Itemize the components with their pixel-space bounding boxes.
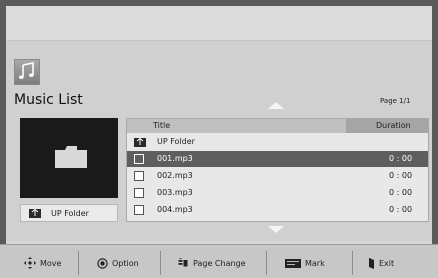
list-item-selected[interactable]: 001.mp3 0 : 00 [127, 151, 428, 167]
up-folder-button[interactable]: UP Folder [20, 204, 118, 222]
mark-hint[interactable]: Mark [285, 254, 325, 272]
divider [78, 251, 79, 275]
move-hint[interactable]: Move [24, 254, 61, 272]
up-folder-label: UP Folder [51, 209, 89, 218]
item-duration: 0 : 00 [389, 171, 413, 180]
item-name: 003.mp3 [157, 188, 193, 197]
list-header: Title Duration [127, 119, 428, 133]
list-item[interactable]: 004.mp3 0 : 00 [127, 202, 428, 218]
page-change-hint[interactable]: Page Change [177, 254, 246, 272]
list-item[interactable]: 002.mp3 0 : 00 [127, 168, 428, 184]
up-folder-icon [134, 138, 146, 147]
bottom-hint-bar: Move Option Page Change Mark Exit [0, 244, 438, 278]
option-hint[interactable]: Option [97, 254, 139, 272]
music-list: Title Duration UP Folder 001.mp3 0 : 00 … [126, 118, 429, 222]
item-name: UP Folder [157, 137, 195, 146]
header-duration-cell: Duration [346, 119, 428, 133]
exit-label: Exit [379, 258, 395, 268]
divider [160, 251, 161, 275]
mark-label: Mark [305, 258, 325, 268]
header-title: Title [153, 121, 171, 130]
top-bar [6, 6, 432, 41]
item-name: 001.mp3 [157, 154, 193, 163]
header-duration: Duration [376, 121, 411, 130]
scroll-up-icon[interactable] [268, 102, 284, 109]
exit-hint[interactable]: Exit [368, 254, 394, 272]
divider [352, 251, 353, 275]
folder-icon [55, 146, 87, 168]
checkbox[interactable] [134, 154, 144, 164]
divider [266, 251, 267, 275]
mark-icon [285, 258, 301, 268]
page-indicator: Page 1/1 [380, 97, 411, 105]
item-duration: 0 : 00 [389, 205, 413, 214]
checkbox[interactable] [134, 205, 144, 215]
item-name: 002.mp3 [157, 171, 193, 180]
item-name: 004.mp3 [157, 205, 193, 214]
checkbox[interactable] [134, 171, 144, 181]
scroll-down-icon[interactable] [268, 226, 284, 233]
item-duration: 0 : 00 [389, 188, 413, 197]
move-label: Move [40, 258, 62, 268]
option-label: Option [112, 258, 139, 268]
move-icon [24, 257, 36, 269]
music-note-icon [14, 59, 40, 85]
up-folder-icon [29, 209, 41, 218]
exit-icon [369, 257, 374, 269]
list-item[interactable]: 003.mp3 0 : 00 [127, 185, 428, 201]
music-list-screen: Music List Page 1/1 UP Folder Title Dura… [0, 0, 438, 278]
item-duration: 0 : 00 [389, 154, 413, 163]
checkbox[interactable] [134, 188, 144, 198]
option-icon [97, 257, 108, 269]
list-item-up-folder[interactable]: UP Folder [127, 134, 428, 150]
page-title: Music List [14, 92, 83, 108]
page-change-label: Page Change [193, 258, 246, 268]
page-change-icon [178, 257, 188, 266]
